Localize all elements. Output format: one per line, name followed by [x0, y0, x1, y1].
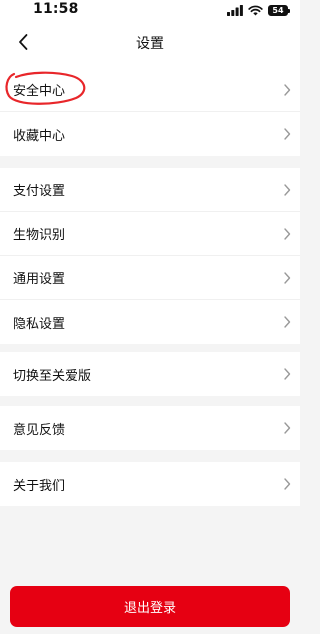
- settings-item-general[interactable]: 通用设置: [0, 256, 300, 300]
- settings-group-care-mode: 切换至关爱版: [0, 352, 300, 396]
- settings-item-payment[interactable]: 支付设置: [0, 168, 300, 212]
- chevron-right-icon: [284, 422, 291, 434]
- settings-item-label: 生物识别: [13, 228, 66, 243]
- page-title: 设置: [136, 36, 164, 52]
- settings-item-label: 通用设置: [13, 272, 66, 287]
- settings-item-label: 意见反馈: [13, 422, 66, 438]
- battery-icon: 54: [268, 4, 290, 16]
- settings-item-security-center[interactable]: 安全中心: [0, 68, 300, 112]
- chevron-right-icon: [284, 84, 291, 96]
- chevron-right-icon: [284, 128, 291, 140]
- logout-area: 退出登录: [10, 586, 290, 627]
- nav-bar: 设置: [0, 20, 300, 68]
- logout-button[interactable]: 退出登录: [10, 586, 290, 627]
- settings-item-about-us[interactable]: 关于我们: [0, 462, 300, 506]
- cellular-signal-icon: [227, 4, 243, 16]
- chevron-right-icon: [284, 184, 291, 196]
- status-bar: 11:58 54: [0, 0, 300, 20]
- settings-item-label: 收藏中心: [13, 128, 66, 144]
- settings-item-label: 安全中心: [13, 84, 66, 99]
- settings-item-label: 隐私设置: [13, 316, 66, 332]
- chevron-right-icon: [284, 272, 291, 284]
- status-icons: 54: [227, 4, 290, 16]
- settings-group-feedback: 意见反馈: [0, 406, 300, 450]
- chevron-right-icon: [284, 368, 291, 380]
- status-time: 11:58: [33, 1, 79, 17]
- settings-item-label: 切换至关爱版: [13, 368, 92, 384]
- settings-group-account: 安全中心 收藏中心: [0, 68, 300, 156]
- settings-item-feedback[interactable]: 意见反馈: [0, 406, 300, 450]
- settings-item-label: 支付设置: [13, 184, 66, 199]
- settings-item-care-mode[interactable]: 切换至关爱版: [0, 352, 300, 396]
- settings-item-biometrics[interactable]: 生物识别: [0, 212, 300, 256]
- settings-item-privacy[interactable]: 隐私设置: [0, 300, 300, 344]
- settings-item-favorites[interactable]: 收藏中心: [0, 112, 300, 156]
- chevron-right-icon: [284, 228, 291, 240]
- chevron-right-icon: [284, 316, 291, 328]
- settings-group-about: 关于我们: [0, 462, 300, 506]
- chevron-right-icon: [284, 478, 291, 490]
- wifi-icon: [248, 5, 263, 15]
- settings-item-label: 关于我们: [13, 478, 66, 494]
- settings-group-preferences: 支付设置 生物识别 通用设置 隐私设置: [0, 168, 300, 344]
